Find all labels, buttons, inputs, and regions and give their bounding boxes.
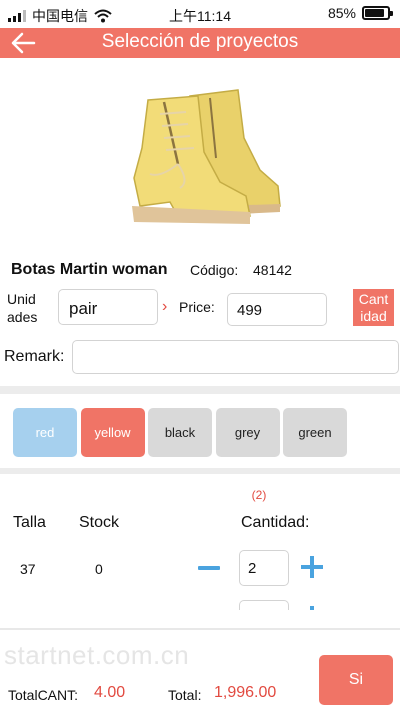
color-option-red[interactable]: red [13, 408, 77, 457]
product-image[interactable] [120, 78, 285, 236]
minus-icon[interactable] [198, 566, 220, 570]
plus-icon[interactable] [310, 606, 314, 610]
remark-label: Remark: [4, 348, 65, 365]
total-label: Total: [168, 687, 202, 703]
total-quantity-label: TotalCANT: [8, 687, 79, 703]
battery-icon [362, 6, 393, 20]
battery-percent: 85% [327, 5, 356, 21]
size-header: Talla [13, 514, 46, 531]
total-quantity-value: 4.00 [94, 684, 126, 701]
units-select[interactable]: pair [58, 289, 158, 325]
size-cell: 37 [20, 561, 36, 577]
status-bar: 中国电信 上午11:14 85% [0, 0, 400, 28]
quantity-badge[interactable]: Cant idad [353, 289, 394, 326]
color-option-green[interactable]: green [283, 408, 347, 457]
units-label: Unid ades [7, 291, 38, 325]
code-label: Código: [190, 262, 239, 278]
product-name: Botas Martin woman [11, 261, 168, 278]
confirm-button[interactable]: Si [319, 655, 393, 705]
watermark: startnet.com.cn [4, 640, 190, 670]
plus-icon[interactable] [301, 556, 323, 578]
quantity-input[interactable]: 2 [239, 550, 289, 586]
quantity-header: Cantidad: [241, 514, 310, 531]
color-option-black[interactable]: black [148, 408, 212, 457]
color-option-grey[interactable]: grey [215, 408, 280, 457]
status-right: 85% [327, 5, 393, 21]
page-title: Selección de proyectos [101, 31, 299, 52]
quantity-input[interactable] [239, 600, 289, 610]
code-value: 48142 [253, 262, 292, 278]
quantity-summary: (2) [251, 488, 267, 502]
chevron-right-icon[interactable]: › [162, 298, 167, 316]
stock-cell: 0 [95, 561, 103, 577]
section-divider [0, 468, 400, 474]
price-input[interactable]: 499 [227, 293, 327, 326]
footer-divider [0, 628, 400, 630]
app-header: Selección de proyectos [0, 28, 400, 58]
total-value: 1,996.00 [214, 684, 277, 701]
section-divider [0, 386, 400, 394]
stock-header: Stock [79, 514, 120, 531]
color-option-yellow[interactable]: yellow [80, 408, 145, 457]
price-label: Price: [179, 299, 215, 315]
remark-input[interactable] [72, 340, 399, 374]
